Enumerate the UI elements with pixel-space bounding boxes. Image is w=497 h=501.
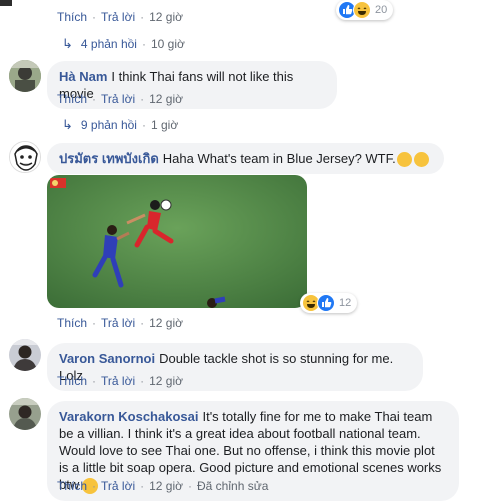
top-comment-bubble-fragment (0, 0, 12, 6)
comment-actions: Thích · Trả lời · 12 giờ (57, 374, 183, 388)
reply-link[interactable]: Trả lời (101, 316, 135, 330)
reply-link[interactable]: Trả lời (101, 10, 135, 24)
timestamp[interactable]: 12 giờ (149, 374, 183, 388)
replies-count-link[interactable]: 4 phản hồi (81, 37, 137, 51)
like-link[interactable]: Thích (57, 316, 87, 330)
avatar[interactable] (9, 398, 41, 430)
like-link[interactable]: Thích (57, 374, 87, 388)
timestamp[interactable]: 12 giờ (149, 10, 183, 24)
laughing-emoji-icon (396, 152, 412, 168)
laughing-emoji-icon (353, 1, 371, 19)
top-comment-replies[interactable]: ↳ 4 phản hồi · 10 giờ (62, 36, 185, 52)
comment-attached-image[interactable] (47, 175, 307, 308)
reply-link[interactable]: Trả lời (101, 92, 135, 106)
comment-actions: Thích · Trả lời · 12 giờ · Đã chỉnh sửa (57, 479, 269, 493)
like-link[interactable]: Thích (57, 92, 87, 106)
top-reaction-count: 20 (375, 4, 388, 16)
top-comment-actions: Thích · Trả lời · 12 giờ (57, 10, 183, 24)
top-comment-reactions[interactable]: 20 (336, 0, 394, 20)
reply-link[interactable]: Trả lời (101, 374, 135, 388)
avatar[interactable] (9, 141, 41, 173)
comment-author[interactable]: ปรมัตร เทพบังเกิด (59, 151, 159, 166)
reply-arrow-icon: ↳ (62, 117, 73, 132)
timestamp[interactable]: 12 giờ (149, 316, 183, 330)
reply-arrow-icon: ↳ (62, 36, 73, 51)
avatar[interactable] (9, 60, 41, 92)
comment-bubble: ปรมัตร เทพบังเกิด Haha What's team in Blu… (47, 143, 444, 175)
comment-actions: Thích · Trả lời · 12 giờ (57, 92, 183, 106)
comment-author[interactable]: Hà Nam (59, 69, 107, 84)
edited-label[interactable]: Đã chỉnh sửa (197, 479, 268, 493)
replies-count-link[interactable]: 9 phản hồi (81, 118, 137, 132)
comment-author[interactable]: Varakorn Koschakosai (59, 409, 198, 424)
timestamp[interactable]: 12 giờ (149, 479, 183, 493)
comment-text: Haha What's team in Blue Jersey? WTF. (162, 151, 396, 166)
comment-actions: Thích · Trả lời · 12 giờ (57, 316, 183, 330)
comment-author[interactable]: Varon Sanornoi (59, 351, 155, 366)
image-reaction-count: 12 (339, 297, 352, 309)
avatar[interactable] (9, 339, 41, 371)
like-link[interactable]: Thích (57, 10, 87, 24)
replies-time: 10 giờ (150, 37, 185, 51)
replies-time: 1 giờ (150, 118, 179, 132)
reply-link[interactable]: Trả lời (101, 479, 135, 493)
thumbs-up-icon (317, 294, 335, 312)
timestamp[interactable]: 12 giờ (149, 92, 183, 106)
laughing-emoji-icon (413, 152, 429, 168)
image-reactions[interactable]: 12 (300, 293, 358, 313)
like-link[interactable]: Thích (57, 479, 87, 493)
comment-replies[interactable]: ↳ 9 phản hồi · 1 giờ (62, 117, 178, 133)
